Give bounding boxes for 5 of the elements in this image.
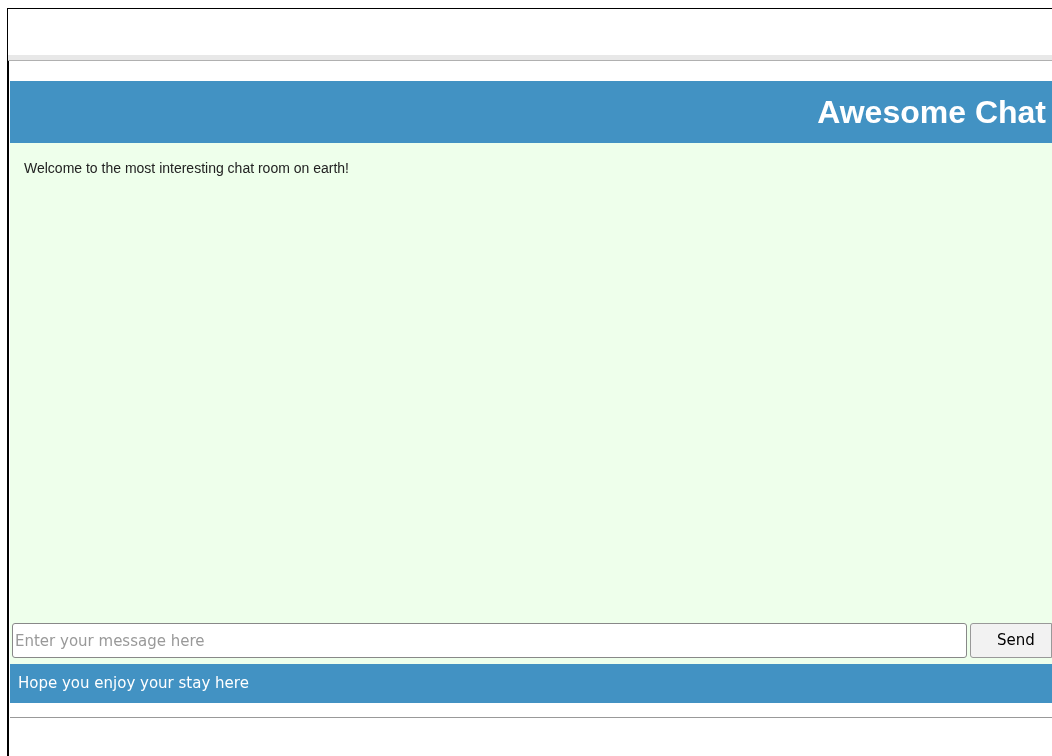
send-button[interactable]: Send — [970, 623, 1052, 658]
chat-title: Awesome Chat — [817, 93, 1046, 132]
message-input[interactable]: Enter your message here — [12, 623, 967, 658]
chat-message: Welcome to the most interesting chat room on earth! — [24, 159, 350, 178]
footer-text: Hope you enjoy your stay here — [18, 673, 249, 695]
